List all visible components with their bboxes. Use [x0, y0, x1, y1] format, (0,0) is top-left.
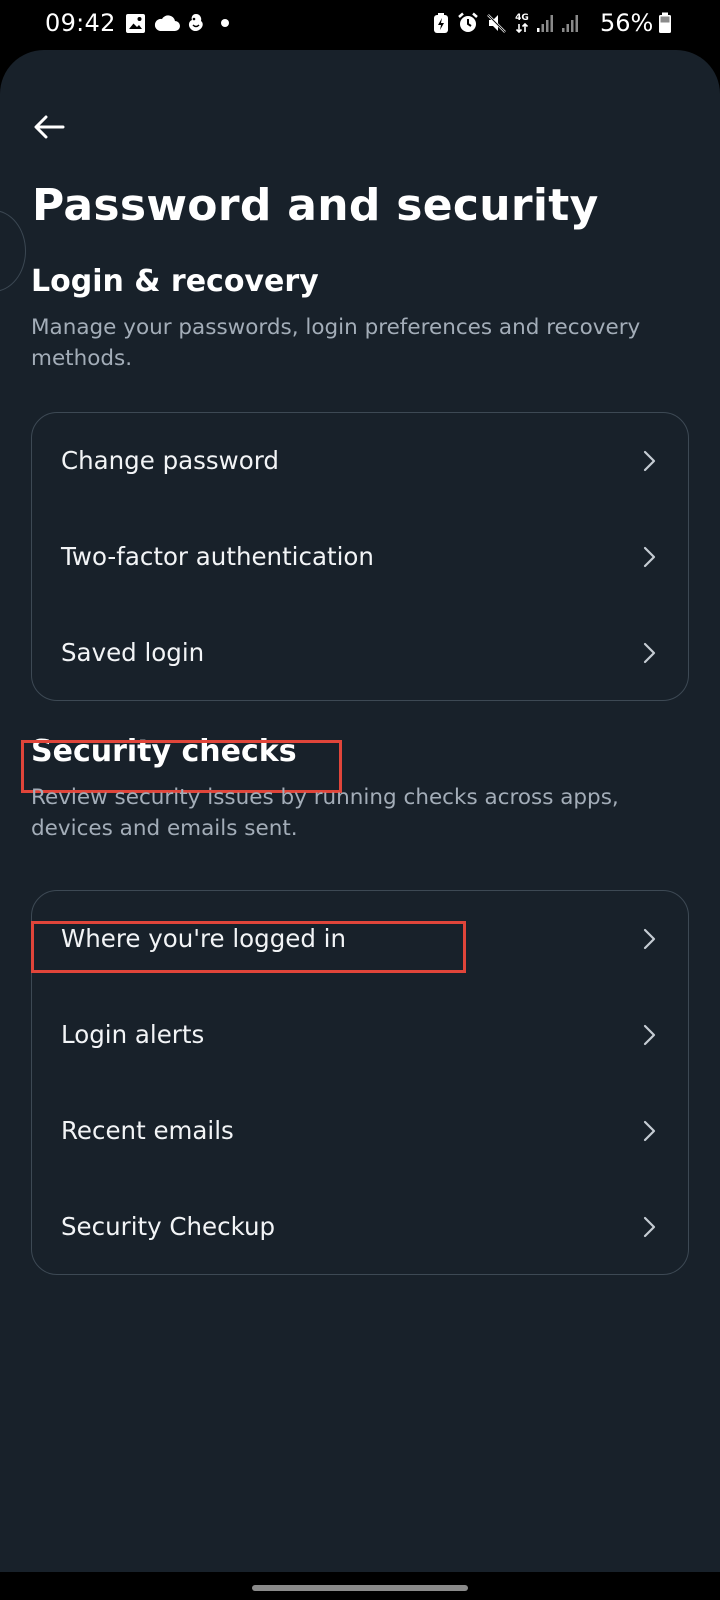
cloud-icon	[154, 12, 180, 34]
security-checks-card: Where you're logged in Login alerts Rece…	[31, 890, 689, 1275]
network-4g-icon: 4G	[512, 12, 532, 34]
recent-emails-row[interactable]: Recent emails	[32, 1083, 688, 1179]
status-bar: 09:42 4G 56%	[0, 0, 720, 48]
mute-icon	[484, 12, 508, 34]
back-arrow-icon	[33, 114, 65, 144]
chevron-right-icon	[642, 1216, 656, 1238]
section-description-security-checks: Review security issues by running checks…	[31, 785, 619, 841]
dot-icon	[218, 12, 232, 34]
password-security-screen: Password and security Login & recovery M…	[0, 50, 720, 1572]
battery-percent: 56%	[600, 9, 654, 37]
alarm-icon	[456, 12, 480, 34]
row-label: Change password	[61, 446, 279, 475]
section-title-login-recovery: Login & recovery	[31, 264, 319, 299]
signal-icon	[535, 12, 555, 34]
saved-login-row[interactable]: Saved login	[32, 605, 688, 701]
security-checkup-row[interactable]: Security Checkup	[32, 1179, 688, 1275]
gallery-icon	[124, 12, 146, 34]
row-label: Security Checkup	[61, 1212, 276, 1241]
row-label: Saved login	[61, 638, 205, 667]
battery-saver-icon	[430, 12, 452, 34]
row-label: Where you're logged in	[61, 924, 347, 953]
section-description-login-recovery: Manage your passwords, login preferences…	[31, 315, 641, 371]
battery-icon	[657, 12, 673, 34]
edge-panel-handle[interactable]	[0, 210, 26, 292]
chevron-right-icon	[642, 642, 656, 664]
status-time: 09:42	[45, 9, 116, 37]
chevron-right-icon	[642, 928, 656, 950]
row-label: Two-factor authentication	[61, 542, 374, 571]
page-title: Password and security	[32, 180, 599, 231]
row-label: Recent emails	[61, 1116, 234, 1145]
home-indicator[interactable]	[252, 1585, 468, 1591]
chevron-right-icon	[642, 546, 656, 568]
login-recovery-card: Change password Two-factor authenticatio…	[31, 412, 689, 701]
network-label: 4G	[515, 13, 529, 23]
row-label: Login alerts	[61, 1020, 205, 1049]
two-factor-authentication-row[interactable]: Two-factor authentication	[32, 509, 688, 605]
navigation-bar	[0, 1572, 720, 1600]
chevron-right-icon	[642, 1120, 656, 1142]
where-youre-logged-in-row[interactable]: Where you're logged in	[32, 891, 688, 987]
chevron-right-icon	[642, 450, 656, 472]
back-button[interactable]	[28, 108, 70, 150]
signal-icon	[560, 12, 580, 34]
change-password-row[interactable]: Change password	[32, 413, 688, 509]
chevron-right-icon	[642, 1024, 656, 1046]
section-title-security-checks: Security checks	[31, 734, 297, 769]
login-alerts-row[interactable]: Login alerts	[32, 987, 688, 1083]
app-notification-icon	[185, 12, 207, 34]
